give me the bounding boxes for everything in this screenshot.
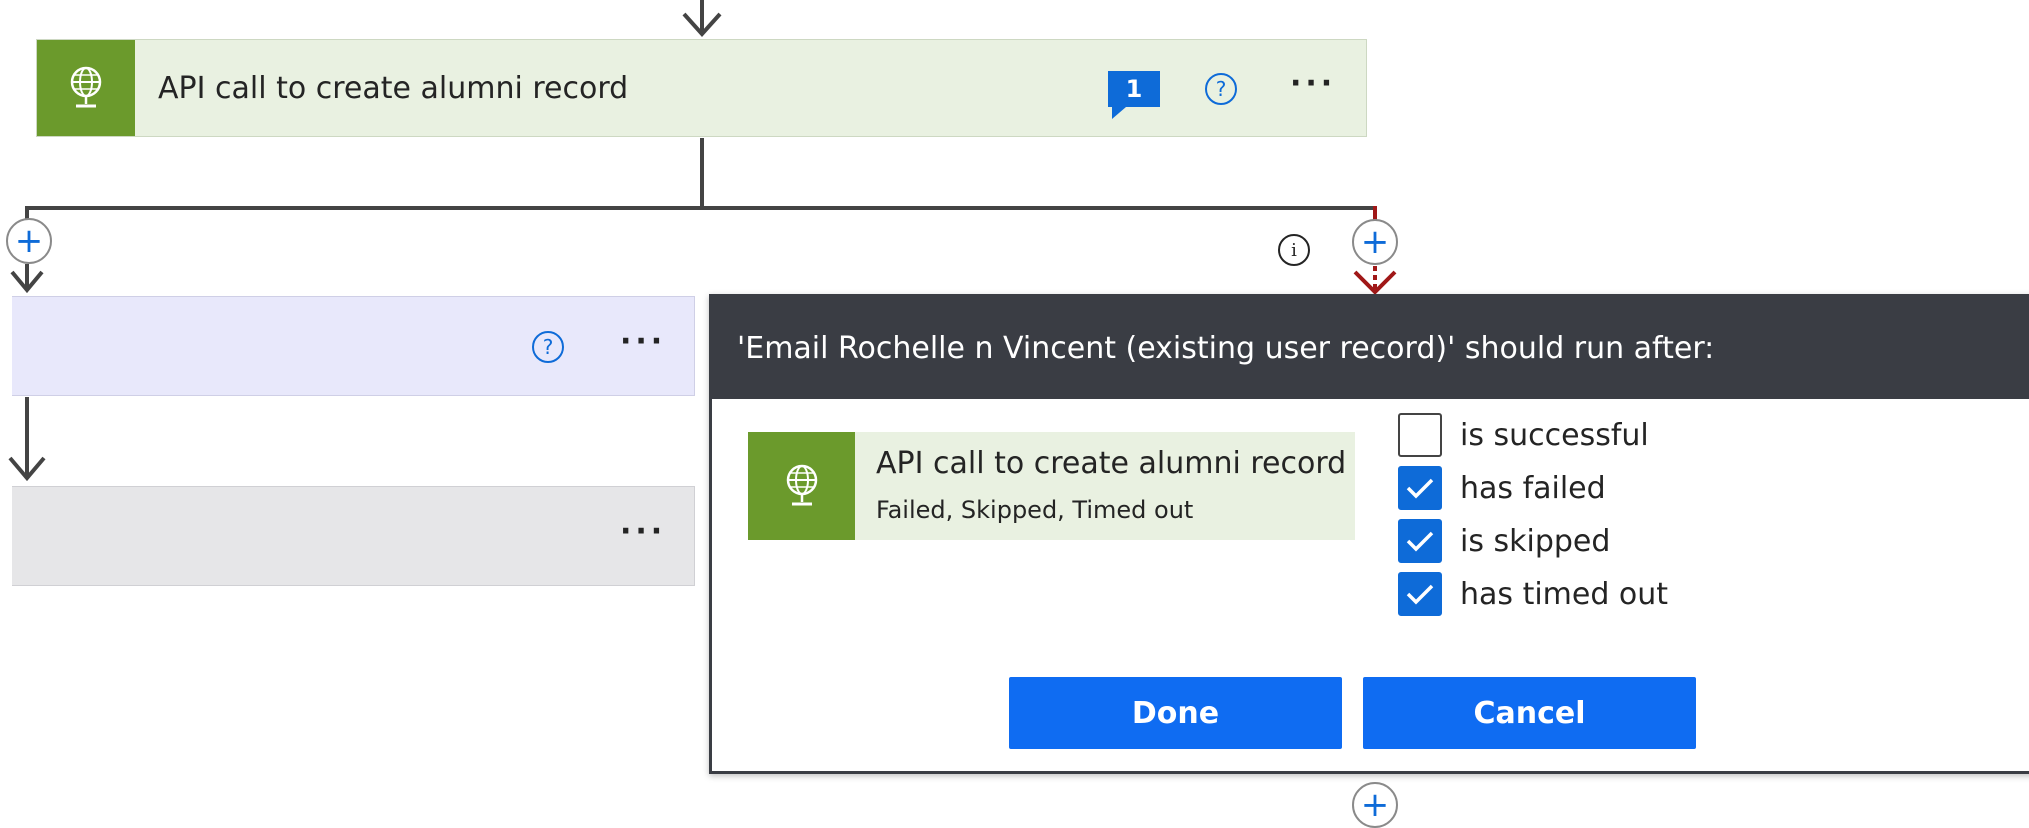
add-step-left-button[interactable]: + [6, 218, 52, 264]
checkmark-icon [1406, 478, 1434, 499]
add-step-bottom-button[interactable]: + [1352, 782, 1398, 828]
action-card-left-branch[interactable]: ? ··· [12, 296, 695, 396]
done-button[interactable]: Done [1009, 677, 1342, 749]
cancel-button[interactable]: Cancel [1363, 677, 1696, 749]
action-icon-tile [748, 432, 855, 540]
action-icon-tile [37, 40, 135, 136]
option-label: has failed [1460, 470, 1606, 506]
run-after-dialog-header: 'Email Rochelle n Vincent (existing user… [712, 297, 2029, 399]
comment-count: 1 [1125, 75, 1143, 103]
checkmark-icon [1406, 531, 1434, 552]
option-has-failed[interactable]: has failed [1398, 465, 1606, 511]
run-after-dialog: 'Email Rochelle n Vincent (existing user… [709, 294, 2029, 774]
more-options-icon[interactable]: ··· [620, 517, 666, 547]
option-is-skipped[interactable]: is skipped [1398, 518, 1610, 564]
option-has-timed-out[interactable]: has timed out [1398, 571, 1668, 617]
checkbox-has-timed-out[interactable] [1398, 572, 1442, 616]
help-icon[interactable]: ? [532, 331, 564, 363]
checkmark-icon [1406, 584, 1434, 605]
run-after-action-card: API call to create alumni record Failed,… [748, 432, 1355, 540]
more-options-icon[interactable]: ··· [1290, 69, 1336, 99]
option-label: has timed out [1460, 576, 1669, 612]
action-card-left-branch-next[interactable]: ··· [12, 486, 695, 586]
option-label: is successful [1460, 417, 1649, 453]
option-label: is skipped [1460, 523, 1611, 559]
add-step-right-button[interactable]: + [1352, 219, 1398, 265]
checkbox-is-skipped[interactable] [1398, 519, 1442, 563]
checkbox-is-successful[interactable] [1398, 413, 1442, 457]
comment-count-badge[interactable]: 1 [1108, 71, 1160, 119]
checkbox-has-failed[interactable] [1398, 466, 1442, 510]
globe-network-icon [786, 464, 817, 506]
info-icon[interactable]: i [1278, 234, 1310, 266]
action-card-title: API call to create alumni record [158, 70, 629, 106]
action-card-api-call[interactable]: API call to create alumni record 1 ? ··· [36, 39, 1367, 137]
run-after-action-title: API call to create alumni record [876, 446, 1347, 481]
run-after-action-status: Failed, Skipped, Timed out [876, 496, 1194, 524]
option-is-successful[interactable]: is successful [1398, 412, 1649, 458]
help-icon[interactable]: ? [1205, 73, 1237, 105]
more-options-icon[interactable]: ··· [620, 327, 666, 357]
globe-network-icon [70, 66, 102, 108]
